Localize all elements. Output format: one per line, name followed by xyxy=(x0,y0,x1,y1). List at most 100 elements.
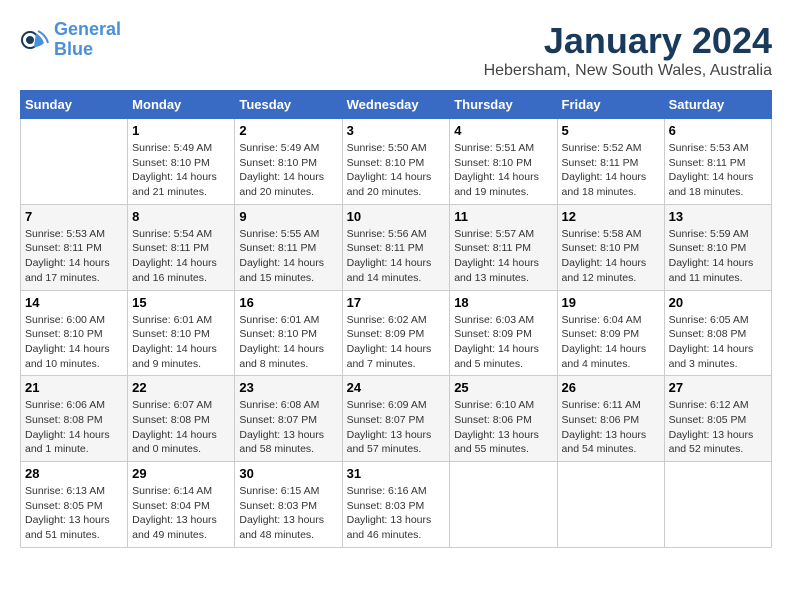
day-number: 25 xyxy=(454,380,552,395)
logo-text: General Blue xyxy=(54,20,121,60)
week-row-1: 1 Sunrise: 5:49 AM Sunset: 8:10 PM Daylig… xyxy=(21,119,772,205)
day-number: 5 xyxy=(562,123,660,138)
weekday-header-tuesday: Tuesday xyxy=(235,91,342,119)
day-info: Sunrise: 5:58 AM Sunset: 8:10 PM Dayligh… xyxy=(562,227,660,286)
day-number: 22 xyxy=(132,380,230,395)
day-number: 27 xyxy=(669,380,767,395)
calendar-cell: 27 Sunrise: 6:12 AM Sunset: 8:05 PM Dayli… xyxy=(664,376,771,462)
day-number: 11 xyxy=(454,209,552,224)
calendar-cell xyxy=(450,462,557,548)
calendar-cell: 20 Sunrise: 6:05 AM Sunset: 8:08 PM Dayli… xyxy=(664,290,771,376)
calendar-cell xyxy=(664,462,771,548)
weekday-header-row: SundayMondayTuesdayWednesdayThursdayFrid… xyxy=(21,91,772,119)
day-number: 6 xyxy=(669,123,767,138)
day-number: 9 xyxy=(239,209,337,224)
calendar-cell: 18 Sunrise: 6:03 AM Sunset: 8:09 PM Dayli… xyxy=(450,290,557,376)
calendar-cell: 17 Sunrise: 6:02 AM Sunset: 8:09 PM Dayli… xyxy=(342,290,450,376)
calendar-cell: 21 Sunrise: 6:06 AM Sunset: 8:08 PM Dayli… xyxy=(21,376,128,462)
day-info: Sunrise: 6:14 AM Sunset: 8:04 PM Dayligh… xyxy=(132,484,230,543)
calendar-cell: 2 Sunrise: 5:49 AM Sunset: 8:10 PM Daylig… xyxy=(235,119,342,205)
day-info: Sunrise: 6:12 AM Sunset: 8:05 PM Dayligh… xyxy=(669,398,767,457)
day-info: Sunrise: 5:53 AM Sunset: 8:11 PM Dayligh… xyxy=(25,227,123,286)
day-info: Sunrise: 6:08 AM Sunset: 8:07 PM Dayligh… xyxy=(239,398,337,457)
day-number: 19 xyxy=(562,295,660,310)
day-info: Sunrise: 5:52 AM Sunset: 8:11 PM Dayligh… xyxy=(562,141,660,200)
day-info: Sunrise: 6:00 AM Sunset: 8:10 PM Dayligh… xyxy=(25,313,123,372)
day-info: Sunrise: 5:49 AM Sunset: 8:10 PM Dayligh… xyxy=(239,141,337,200)
weekday-header-friday: Friday xyxy=(557,91,664,119)
day-number: 28 xyxy=(25,466,123,481)
day-info: Sunrise: 6:01 AM Sunset: 8:10 PM Dayligh… xyxy=(239,313,337,372)
calendar-cell: 13 Sunrise: 5:59 AM Sunset: 8:10 PM Dayli… xyxy=(664,204,771,290)
day-info: Sunrise: 6:09 AM Sunset: 8:07 PM Dayligh… xyxy=(347,398,446,457)
weekday-header-monday: Monday xyxy=(128,91,235,119)
title-area: January 2024 Hebersham, New South Wales,… xyxy=(484,20,772,80)
calendar-cell: 14Sunrise: 6:00 AM Sunset: 8:10 PM Dayli… xyxy=(21,290,128,376)
day-number: 18 xyxy=(454,295,552,310)
day-info: Sunrise: 6:02 AM Sunset: 8:09 PM Dayligh… xyxy=(347,313,446,372)
day-info: Sunrise: 5:49 AM Sunset: 8:10 PM Dayligh… xyxy=(132,141,230,200)
day-info: Sunrise: 6:11 AM Sunset: 8:06 PM Dayligh… xyxy=(562,398,660,457)
calendar-table: SundayMondayTuesdayWednesdayThursdayFrid… xyxy=(20,90,772,548)
day-number: 12 xyxy=(562,209,660,224)
day-number: 2 xyxy=(239,123,337,138)
day-info: Sunrise: 6:06 AM Sunset: 8:08 PM Dayligh… xyxy=(25,398,123,457)
weekday-header-wednesday: Wednesday xyxy=(342,91,450,119)
day-info: Sunrise: 5:59 AM Sunset: 8:10 PM Dayligh… xyxy=(669,227,767,286)
logo: General Blue xyxy=(20,20,121,60)
month-title: January 2024 xyxy=(484,20,772,62)
day-number: 23 xyxy=(239,380,337,395)
day-number: 4 xyxy=(454,123,552,138)
day-number: 7 xyxy=(25,209,123,224)
day-info: Sunrise: 5:55 AM Sunset: 8:11 PM Dayligh… xyxy=(239,227,337,286)
day-info: Sunrise: 6:16 AM Sunset: 8:03 PM Dayligh… xyxy=(347,484,446,543)
day-number: 10 xyxy=(347,209,446,224)
calendar-cell: 28Sunrise: 6:13 AM Sunset: 8:05 PM Dayli… xyxy=(21,462,128,548)
calendar-cell: 25 Sunrise: 6:10 AM Sunset: 8:06 PM Dayli… xyxy=(450,376,557,462)
day-number: 1 xyxy=(132,123,230,138)
day-number: 24 xyxy=(347,380,446,395)
calendar-cell: 29 Sunrise: 6:14 AM Sunset: 8:04 PM Dayli… xyxy=(128,462,235,548)
day-info: Sunrise: 5:51 AM Sunset: 8:10 PM Dayligh… xyxy=(454,141,552,200)
day-info: Sunrise: 6:05 AM Sunset: 8:08 PM Dayligh… xyxy=(669,313,767,372)
calendar-cell xyxy=(557,462,664,548)
logo-icon xyxy=(20,25,50,55)
day-number: 3 xyxy=(347,123,446,138)
calendar-cell xyxy=(21,119,128,205)
day-number: 29 xyxy=(132,466,230,481)
calendar-cell: 1 Sunrise: 5:49 AM Sunset: 8:10 PM Daylig… xyxy=(128,119,235,205)
day-info: Sunrise: 6:07 AM Sunset: 8:08 PM Dayligh… xyxy=(132,398,230,457)
weekday-header-saturday: Saturday xyxy=(664,91,771,119)
calendar-cell: 4 Sunrise: 5:51 AM Sunset: 8:10 PM Daylig… xyxy=(450,119,557,205)
day-number: 26 xyxy=(562,380,660,395)
calendar-cell: 11Sunrise: 5:57 AM Sunset: 8:11 PM Dayli… xyxy=(450,204,557,290)
day-info: Sunrise: 6:03 AM Sunset: 8:09 PM Dayligh… xyxy=(454,313,552,372)
day-info: Sunrise: 6:04 AM Sunset: 8:09 PM Dayligh… xyxy=(562,313,660,372)
day-info: Sunrise: 6:10 AM Sunset: 8:06 PM Dayligh… xyxy=(454,398,552,457)
day-number: 13 xyxy=(669,209,767,224)
day-number: 17 xyxy=(347,295,446,310)
calendar-cell: 31 Sunrise: 6:16 AM Sunset: 8:03 PM Dayli… xyxy=(342,462,450,548)
weekday-header-thursday: Thursday xyxy=(450,91,557,119)
calendar-cell: 5 Sunrise: 5:52 AM Sunset: 8:11 PM Daylig… xyxy=(557,119,664,205)
day-number: 30 xyxy=(239,466,337,481)
calendar-cell: 23 Sunrise: 6:08 AM Sunset: 8:07 PM Dayli… xyxy=(235,376,342,462)
day-info: Sunrise: 5:56 AM Sunset: 8:11 PM Dayligh… xyxy=(347,227,446,286)
day-number: 21 xyxy=(25,380,123,395)
calendar-cell: 9 Sunrise: 5:55 AM Sunset: 8:11 PM Daylig… xyxy=(235,204,342,290)
day-number: 20 xyxy=(669,295,767,310)
day-number: 31 xyxy=(347,466,446,481)
day-info: Sunrise: 5:53 AM Sunset: 8:11 PM Dayligh… xyxy=(669,141,767,200)
calendar-cell: 8Sunrise: 5:54 AM Sunset: 8:11 PM Daylig… xyxy=(128,204,235,290)
week-row-5: 28Sunrise: 6:13 AM Sunset: 8:05 PM Dayli… xyxy=(21,462,772,548)
calendar-cell: 19 Sunrise: 6:04 AM Sunset: 8:09 PM Dayli… xyxy=(557,290,664,376)
calendar-cell: 6 Sunrise: 5:53 AM Sunset: 8:11 PM Daylig… xyxy=(664,119,771,205)
calendar-cell: 10 Sunrise: 5:56 AM Sunset: 8:11 PM Dayli… xyxy=(342,204,450,290)
calendar-cell: 24 Sunrise: 6:09 AM Sunset: 8:07 PM Dayli… xyxy=(342,376,450,462)
calendar-cell: 3Sunrise: 5:50 AM Sunset: 8:10 PM Daylig… xyxy=(342,119,450,205)
day-info: Sunrise: 6:01 AM Sunset: 8:10 PM Dayligh… xyxy=(132,313,230,372)
calendar-cell: 7 Sunrise: 5:53 AM Sunset: 8:11 PM Daylig… xyxy=(21,204,128,290)
calendar-cell: 15 Sunrise: 6:01 AM Sunset: 8:10 PM Dayli… xyxy=(128,290,235,376)
week-row-3: 14Sunrise: 6:00 AM Sunset: 8:10 PM Dayli… xyxy=(21,290,772,376)
day-number: 15 xyxy=(132,295,230,310)
